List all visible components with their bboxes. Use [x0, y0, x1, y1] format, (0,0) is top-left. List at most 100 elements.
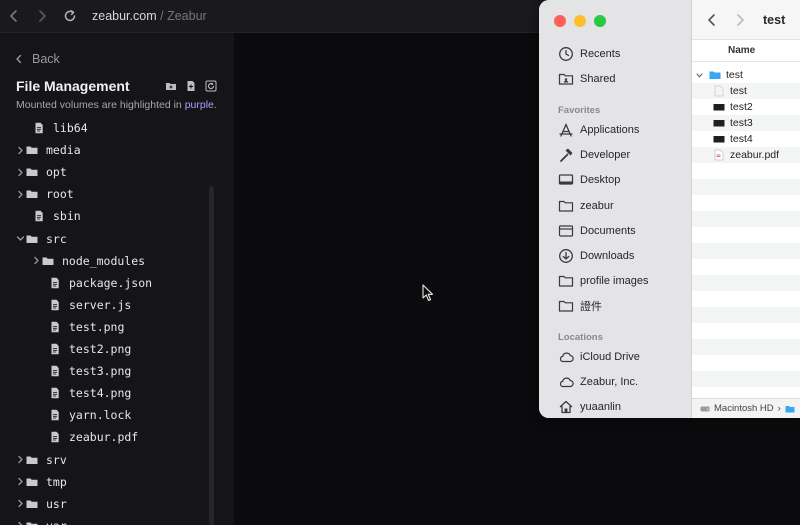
finder-content: test Name test test test2 test3 test4 zeabur.… — [692, 0, 800, 418]
hint-text: Mounted volumes are highlighted in — [16, 99, 182, 111]
tree-row-file[interactable]: yarn.lock — [37, 404, 131, 426]
finder-sidebar-item[interactable]: Applications — [558, 120, 639, 140]
tree-row-file[interactable]: test.png — [37, 316, 124, 338]
new-file-button[interactable] — [185, 80, 197, 92]
chevron-right-icon[interactable] — [14, 521, 26, 525]
finder-sidebar-heading: Favorites — [558, 105, 601, 116]
finder-sidebar-item[interactable]: yuaanlin — [558, 397, 621, 417]
finder-forward-button[interactable] — [734, 13, 746, 32]
zoom-window-button[interactable] — [594, 15, 606, 27]
finder-sidebar-item[interactable]: Desktop — [558, 170, 620, 190]
chevron-right-icon — [737, 14, 744, 26]
tree-scrollbar[interactable] — [209, 186, 214, 525]
finder-sidebar-item[interactable]: profile images — [558, 271, 648, 291]
tree-item-label: test4.png — [69, 386, 132, 401]
tree-row-file[interactable]: package.json — [37, 272, 152, 294]
tree-row-file[interactable]: sbin — [21, 205, 81, 227]
finder-sidebar: Recents Shared Favorites Applications Develo… — [539, 0, 692, 418]
browser-reload-button[interactable] — [56, 2, 84, 30]
path-segment-drive[interactable]: Macintosh HD — [714, 403, 774, 414]
tree-row-file[interactable]: test3.png — [37, 360, 131, 382]
chevron-right-icon[interactable] — [14, 190, 26, 199]
finder-file-row[interactable]: test4 — [713, 131, 753, 147]
tree-row-file[interactable]: test4.png — [37, 382, 131, 404]
finder-sidebar-item[interactable]: Recents — [558, 44, 620, 64]
finder-path-bar: Macintosh HD › — [692, 398, 800, 418]
tree-item-label: test.png — [69, 319, 125, 334]
folder-icon — [26, 520, 38, 525]
finder-sidebar-item[interactable]: Downloads — [558, 246, 634, 266]
tree-row-folder[interactable]: usr — [14, 493, 67, 515]
list-stripe — [692, 179, 800, 195]
list-stripe — [692, 355, 800, 371]
browser-forward-button[interactable] — [28, 2, 56, 30]
desktop-icon — [558, 172, 574, 188]
finder-sidebar-label: Recents — [580, 48, 621, 60]
tree-row-folder[interactable]: node_modules — [30, 250, 145, 272]
hint-suffix: . — [213, 99, 217, 111]
tree-row-folder[interactable]: media — [14, 139, 81, 161]
chevron-right-icon[interactable] — [14, 455, 26, 464]
tree-row-folder[interactable]: src — [14, 228, 67, 250]
finder-file-row[interactable]: test — [713, 83, 747, 99]
finder-sidebar-label: Shared — [580, 73, 616, 85]
finder-file-name: test2 — [730, 101, 753, 113]
finder-sidebar-item[interactable]: zeabur — [558, 196, 614, 216]
finder-file-row[interactable]: test2 — [713, 99, 753, 115]
finder-file-row[interactable]: test3 — [713, 115, 753, 131]
list-stripe — [692, 291, 800, 307]
finder-file-name: test3 — [730, 117, 753, 129]
tree-item-label: opt — [46, 165, 67, 180]
refresh-button[interactable] — [205, 80, 217, 92]
address-bar[interactable]: zeabur.com / Zeabur — [92, 9, 207, 23]
disclosure-triangle-icon[interactable] — [696, 72, 704, 79]
chevron-right-icon[interactable] — [14, 477, 26, 486]
column-header-name[interactable]: Name — [692, 40, 800, 62]
list-stripe — [692, 307, 800, 323]
finder-sidebar-item[interactable]: Shared — [558, 69, 615, 89]
folder-icon — [26, 188, 38, 200]
finder-file-name: test — [726, 69, 743, 81]
finder-sidebar-item[interactable]: Documents — [558, 221, 636, 241]
tree-row-folder[interactable]: tmp — [14, 471, 67, 493]
tree-row-folder[interactable]: root — [14, 183, 74, 205]
refresh-icon — [205, 80, 217, 92]
chevron-down-icon[interactable] — [14, 234, 26, 243]
tree-row-file[interactable]: zeabur.pdf — [37, 426, 138, 448]
tree-row-file[interactable]: lib64 — [21, 117, 88, 139]
list-stripe — [692, 211, 800, 227]
tree-row-folder[interactable]: opt — [14, 161, 67, 183]
tree-row-folder[interactable]: srv — [14, 449, 67, 471]
tree-row-file[interactable]: server.js — [37, 294, 131, 316]
tree-item-label: var — [46, 519, 67, 525]
back-link[interactable]: Back — [14, 52, 60, 66]
mounted-volumes-hint: Mounted volumes are highlighted in purpl… — [16, 99, 217, 111]
chevron-right-icon[interactable] — [14, 168, 26, 177]
finder-file-row[interactable]: zeabur.pdf — [713, 147, 779, 163]
file-icon — [49, 365, 61, 377]
chevron-right-icon[interactable] — [14, 146, 26, 155]
column-header-label: Name — [728, 45, 756, 56]
chevron-right-icon[interactable] — [14, 499, 26, 508]
folder-icon — [42, 255, 54, 267]
chevron-right-icon[interactable] — [30, 256, 42, 265]
finder-back-button[interactable] — [706, 13, 718, 32]
list-stripe — [692, 371, 800, 387]
minimize-window-button[interactable] — [574, 15, 586, 27]
tree-item-label: srv — [46, 452, 67, 467]
new-folder-button[interactable] — [165, 80, 177, 92]
list-stripe — [692, 195, 800, 211]
finder-sidebar-item[interactable]: iCloud Drive — [558, 347, 640, 367]
finder-file-row[interactable]: test — [696, 67, 743, 83]
chevron-left-icon — [708, 14, 715, 26]
list-stripe — [692, 339, 800, 355]
finder-sidebar-item[interactable]: 證件 — [558, 296, 602, 316]
screen: zeabur.com / Zeabur Back File Management… — [0, 0, 800, 525]
browser-back-button[interactable] — [0, 2, 28, 30]
finder-sidebar-item[interactable]: Developer — [558, 145, 630, 165]
finder-sidebar-item[interactable]: Zeabur, Inc. — [558, 372, 638, 392]
close-window-button[interactable] — [554, 15, 566, 27]
finder-sidebar-label: Documents — [580, 224, 636, 237]
tree-row-folder[interactable]: var — [14, 515, 67, 525]
tree-row-file[interactable]: test2.png — [37, 338, 131, 360]
